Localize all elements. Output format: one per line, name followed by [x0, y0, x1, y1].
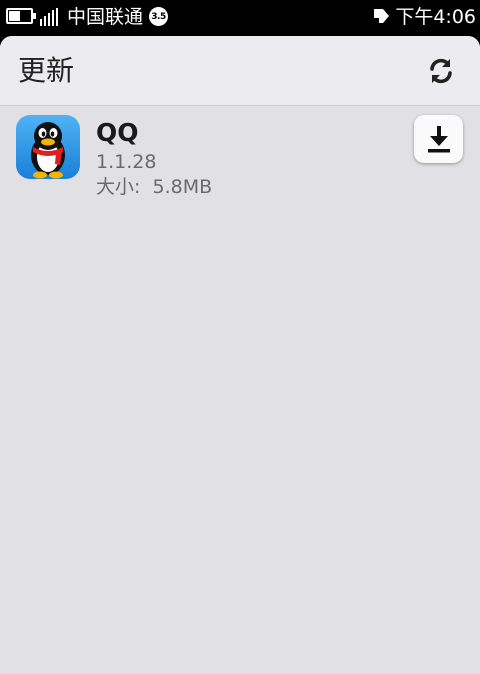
list-item[interactable]: QQ 1.1.28 大小: 5.8MB — [0, 106, 480, 212]
carrier-name: 中国联通 — [67, 6, 144, 28]
status-bar: 中国联通 3.5 下午4:06 — [0, 0, 480, 34]
app-size: 大小: 5.8MB — [96, 175, 212, 199]
app-name: QQ — [96, 118, 139, 147]
page-title: 更新 — [18, 54, 75, 87]
download-button[interactable] — [414, 115, 463, 163]
status-clock: 下午4:06 — [395, 6, 476, 28]
updates-panel: 更新 QQ 1.1.28 大小: 5.8MB — [0, 36, 480, 674]
notification-icon — [374, 9, 389, 23]
download-icon — [427, 126, 450, 153]
qq-penguin-icon — [16, 115, 80, 179]
network-type-badge: 3.5 — [149, 7, 168, 26]
header-bar: 更新 — [0, 36, 480, 106]
app-size-label: 大小: — [96, 176, 141, 198]
refresh-button[interactable] — [422, 52, 460, 90]
app-version: 1.1.28 — [96, 151, 157, 173]
app-size-value: 5.8MB — [152, 176, 213, 198]
battery-icon — [6, 8, 36, 24]
signal-icon — [40, 8, 60, 26]
refresh-icon — [430, 58, 452, 84]
